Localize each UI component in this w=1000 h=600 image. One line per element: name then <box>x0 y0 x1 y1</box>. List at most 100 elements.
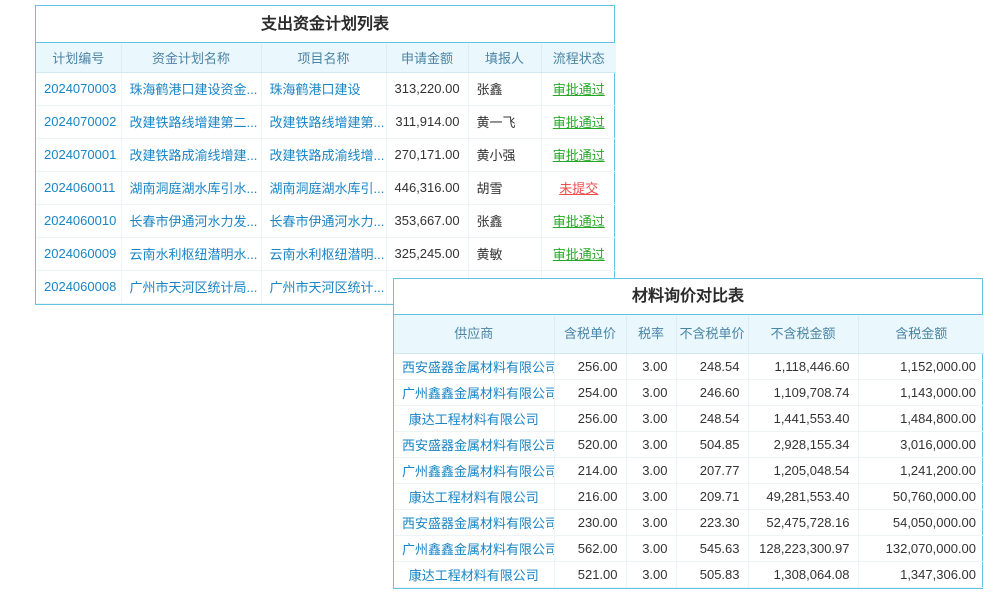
apply-amount-cell: 313,220.00 <box>386 72 468 105</box>
plan-col-header-amount: 申请金额 <box>386 43 468 72</box>
quote-col-header-amount-tax: 含税金额 <box>858 315 984 353</box>
process-status-link[interactable]: 审批通过 <box>553 214 605 229</box>
amount-no-tax-cell: 128,223,300.97 <box>748 535 858 561</box>
plan-col-header-status: 流程状态 <box>541 43 616 72</box>
price-no-tax-cell: 209.71 <box>676 483 748 509</box>
price-no-tax-cell: 248.54 <box>676 353 748 379</box>
project-name-link[interactable]: 广州市天河区统计... <box>270 280 385 295</box>
price-with-tax-cell: 256.00 <box>554 353 626 379</box>
process-status-link[interactable]: 审批通过 <box>553 148 605 163</box>
plan-col-header-project-name: 项目名称 <box>261 43 386 72</box>
amount-with-tax-cell: 1,347,306.00 <box>858 561 984 587</box>
quote-table-row: 西安盛器金属材料有限公司 520.00 3.00 504.85 2,928,15… <box>394 431 984 457</box>
quote-table-header-row: 供应商 含税单价 税率 不含税单价 不含税金额 含税金额 <box>394 315 984 353</box>
filler-cell: 张鑫 <box>468 204 541 237</box>
plan-col-header-filler: 填报人 <box>468 43 541 72</box>
tax-rate-cell: 3.00 <box>626 561 676 587</box>
price-no-tax-cell: 504.85 <box>676 431 748 457</box>
plan-table-row: 2024060010 长春市伊通河水力发... 长春市伊通河水力... 353,… <box>36 204 616 237</box>
plan-table-body: 2024070003 珠海鹤港口建设资金... 珠海鹤港口建设 313,220.… <box>36 72 616 303</box>
project-name-link[interactable]: 改建铁路线增建第... <box>270 115 385 130</box>
amount-with-tax-cell: 54,050,000.00 <box>858 509 984 535</box>
process-status-link[interactable]: 审批通过 <box>553 115 605 130</box>
tax-rate-cell: 3.00 <box>626 379 676 405</box>
tax-rate-cell: 3.00 <box>626 431 676 457</box>
supplier-link[interactable]: 西安盛器金属材料有限公司 <box>402 360 554 375</box>
project-name-link[interactable]: 改建铁路成渝线增... <box>270 148 385 163</box>
plan-col-header-id: 计划编号 <box>36 43 121 72</box>
price-no-tax-cell: 505.83 <box>676 561 748 587</box>
supplier-link[interactable]: 西安盛器金属材料有限公司 <box>402 516 554 531</box>
filler-cell: 黄一飞 <box>468 105 541 138</box>
process-status-link[interactable]: 审批通过 <box>553 247 605 262</box>
tax-rate-cell: 3.00 <box>626 457 676 483</box>
supplier-link[interactable]: 广州鑫鑫金属材料有限公司 <box>402 464 554 479</box>
supplier-link[interactable]: 康达工程材料有限公司 <box>409 490 539 505</box>
price-with-tax-cell: 562.00 <box>554 535 626 561</box>
fund-plan-name-link[interactable]: 珠海鹤港口建设资金... <box>130 82 258 97</box>
apply-amount-cell: 353,667.00 <box>386 204 468 237</box>
project-name-link[interactable]: 云南水利枢纽潜明... <box>270 247 385 262</box>
fund-plan-name-link[interactable]: 改建铁路线增建第二... <box>130 115 258 130</box>
quote-table-body: 西安盛器金属材料有限公司 256.00 3.00 248.54 1,118,44… <box>394 353 984 587</box>
supplier-link[interactable]: 西安盛器金属材料有限公司 <box>402 438 554 453</box>
amount-no-tax-cell: 1,441,553.40 <box>748 405 858 431</box>
fund-plan-name-link[interactable]: 广州市天河区统计局... <box>130 280 258 295</box>
quote-table-row: 康达工程材料有限公司 521.00 3.00 505.83 1,308,064.… <box>394 561 984 587</box>
apply-amount-cell: 446,316.00 <box>386 171 468 204</box>
supplier-link[interactable]: 广州鑫鑫金属材料有限公司 <box>402 386 554 401</box>
supplier-link[interactable]: 康达工程材料有限公司 <box>409 568 539 583</box>
plan-id-link[interactable]: 2024060010 <box>44 213 116 228</box>
quote-table-row: 西安盛器金属材料有限公司 256.00 3.00 248.54 1,118,44… <box>394 353 984 379</box>
plan-id-link[interactable]: 2024070002 <box>44 114 116 129</box>
quote-col-header-price-no-tax: 不含税单价 <box>676 315 748 353</box>
plan-id-link[interactable]: 2024070001 <box>44 147 116 162</box>
supplier-link[interactable]: 康达工程材料有限公司 <box>409 412 539 427</box>
supplier-link[interactable]: 广州鑫鑫金属材料有限公司 <box>402 542 554 557</box>
plan-table-row: 2024060011 湖南洞庭湖水库引水... 湖南洞庭湖水库引... 446,… <box>36 171 616 204</box>
quote-table-row: 西安盛器金属材料有限公司 230.00 3.00 223.30 52,475,7… <box>394 509 984 535</box>
process-status-link[interactable]: 审批通过 <box>553 82 605 97</box>
amount-no-tax-cell: 49,281,553.40 <box>748 483 858 509</box>
page: 支出资金计划列表 计划编号 资金计划名称 项目名称 申请金额 填报人 流程状态 <box>0 0 1000 600</box>
amount-with-tax-cell: 1,143,000.00 <box>858 379 984 405</box>
quote-table-row: 康达工程材料有限公司 216.00 3.00 209.71 49,281,553… <box>394 483 984 509</box>
price-with-tax-cell: 254.00 <box>554 379 626 405</box>
plan-id-link[interactable]: 2024070003 <box>44 81 116 96</box>
quote-table-row: 广州鑫鑫金属材料有限公司 562.00 3.00 545.63 128,223,… <box>394 535 984 561</box>
fund-plan-name-link[interactable]: 云南水利枢纽潜明水... <box>130 247 258 262</box>
tax-rate-cell: 3.00 <box>626 353 676 379</box>
apply-amount-cell: 270,171.00 <box>386 138 468 171</box>
fund-plan-name-link[interactable]: 长春市伊通河水力发... <box>130 214 258 229</box>
price-with-tax-cell: 520.00 <box>554 431 626 457</box>
plan-table-row: 2024060009 云南水利枢纽潜明水... 云南水利枢纽潜明... 325,… <box>36 237 616 270</box>
plan-table-row: 2024070002 改建铁路线增建第二... 改建铁路线增建第... 311,… <box>36 105 616 138</box>
filler-cell: 黄小强 <box>468 138 541 171</box>
plan-id-link[interactable]: 2024060008 <box>44 279 116 294</box>
amount-no-tax-cell: 1,118,446.60 <box>748 353 858 379</box>
price-no-tax-cell: 545.63 <box>676 535 748 561</box>
quote-col-header-price-tax: 含税单价 <box>554 315 626 353</box>
material-quote-table-panel: 材料询价对比表 供应商 含税单价 税率 不含税单价 不含税金额 含税金额 <box>393 278 983 589</box>
amount-with-tax-cell: 1,484,800.00 <box>858 405 984 431</box>
project-name-link[interactable]: 湖南洞庭湖水库引... <box>270 181 385 196</box>
amount-no-tax-cell: 1,109,708.74 <box>748 379 858 405</box>
filler-cell: 胡雪 <box>468 171 541 204</box>
tax-rate-cell: 3.00 <box>626 405 676 431</box>
plan-id-link[interactable]: 2024060011 <box>44 180 115 195</box>
amount-no-tax-cell: 1,308,064.08 <box>748 561 858 587</box>
filler-cell: 黄敏 <box>468 237 541 270</box>
project-name-link[interactable]: 珠海鹤港口建设 <box>270 82 361 97</box>
plan-col-header-fund-name: 资金计划名称 <box>121 43 261 72</box>
fund-plan-name-link[interactable]: 改建铁路成渝线增建... <box>130 148 258 163</box>
quote-col-header-tax-rate: 税率 <box>626 315 676 353</box>
tax-rate-cell: 3.00 <box>626 483 676 509</box>
process-status-link[interactable]: 未提交 <box>559 181 598 196</box>
apply-amount-cell: 311,914.00 <box>386 105 468 138</box>
plan-id-link[interactable]: 2024060009 <box>44 246 116 261</box>
project-name-link[interactable]: 长春市伊通河水力... <box>270 214 385 229</box>
fund-plan-name-link[interactable]: 湖南洞庭湖水库引水... <box>130 181 258 196</box>
expense-plan-table-title: 支出资金计划列表 <box>36 6 614 43</box>
amount-no-tax-cell: 2,928,155.34 <box>748 431 858 457</box>
amount-no-tax-cell: 52,475,728.16 <box>748 509 858 535</box>
